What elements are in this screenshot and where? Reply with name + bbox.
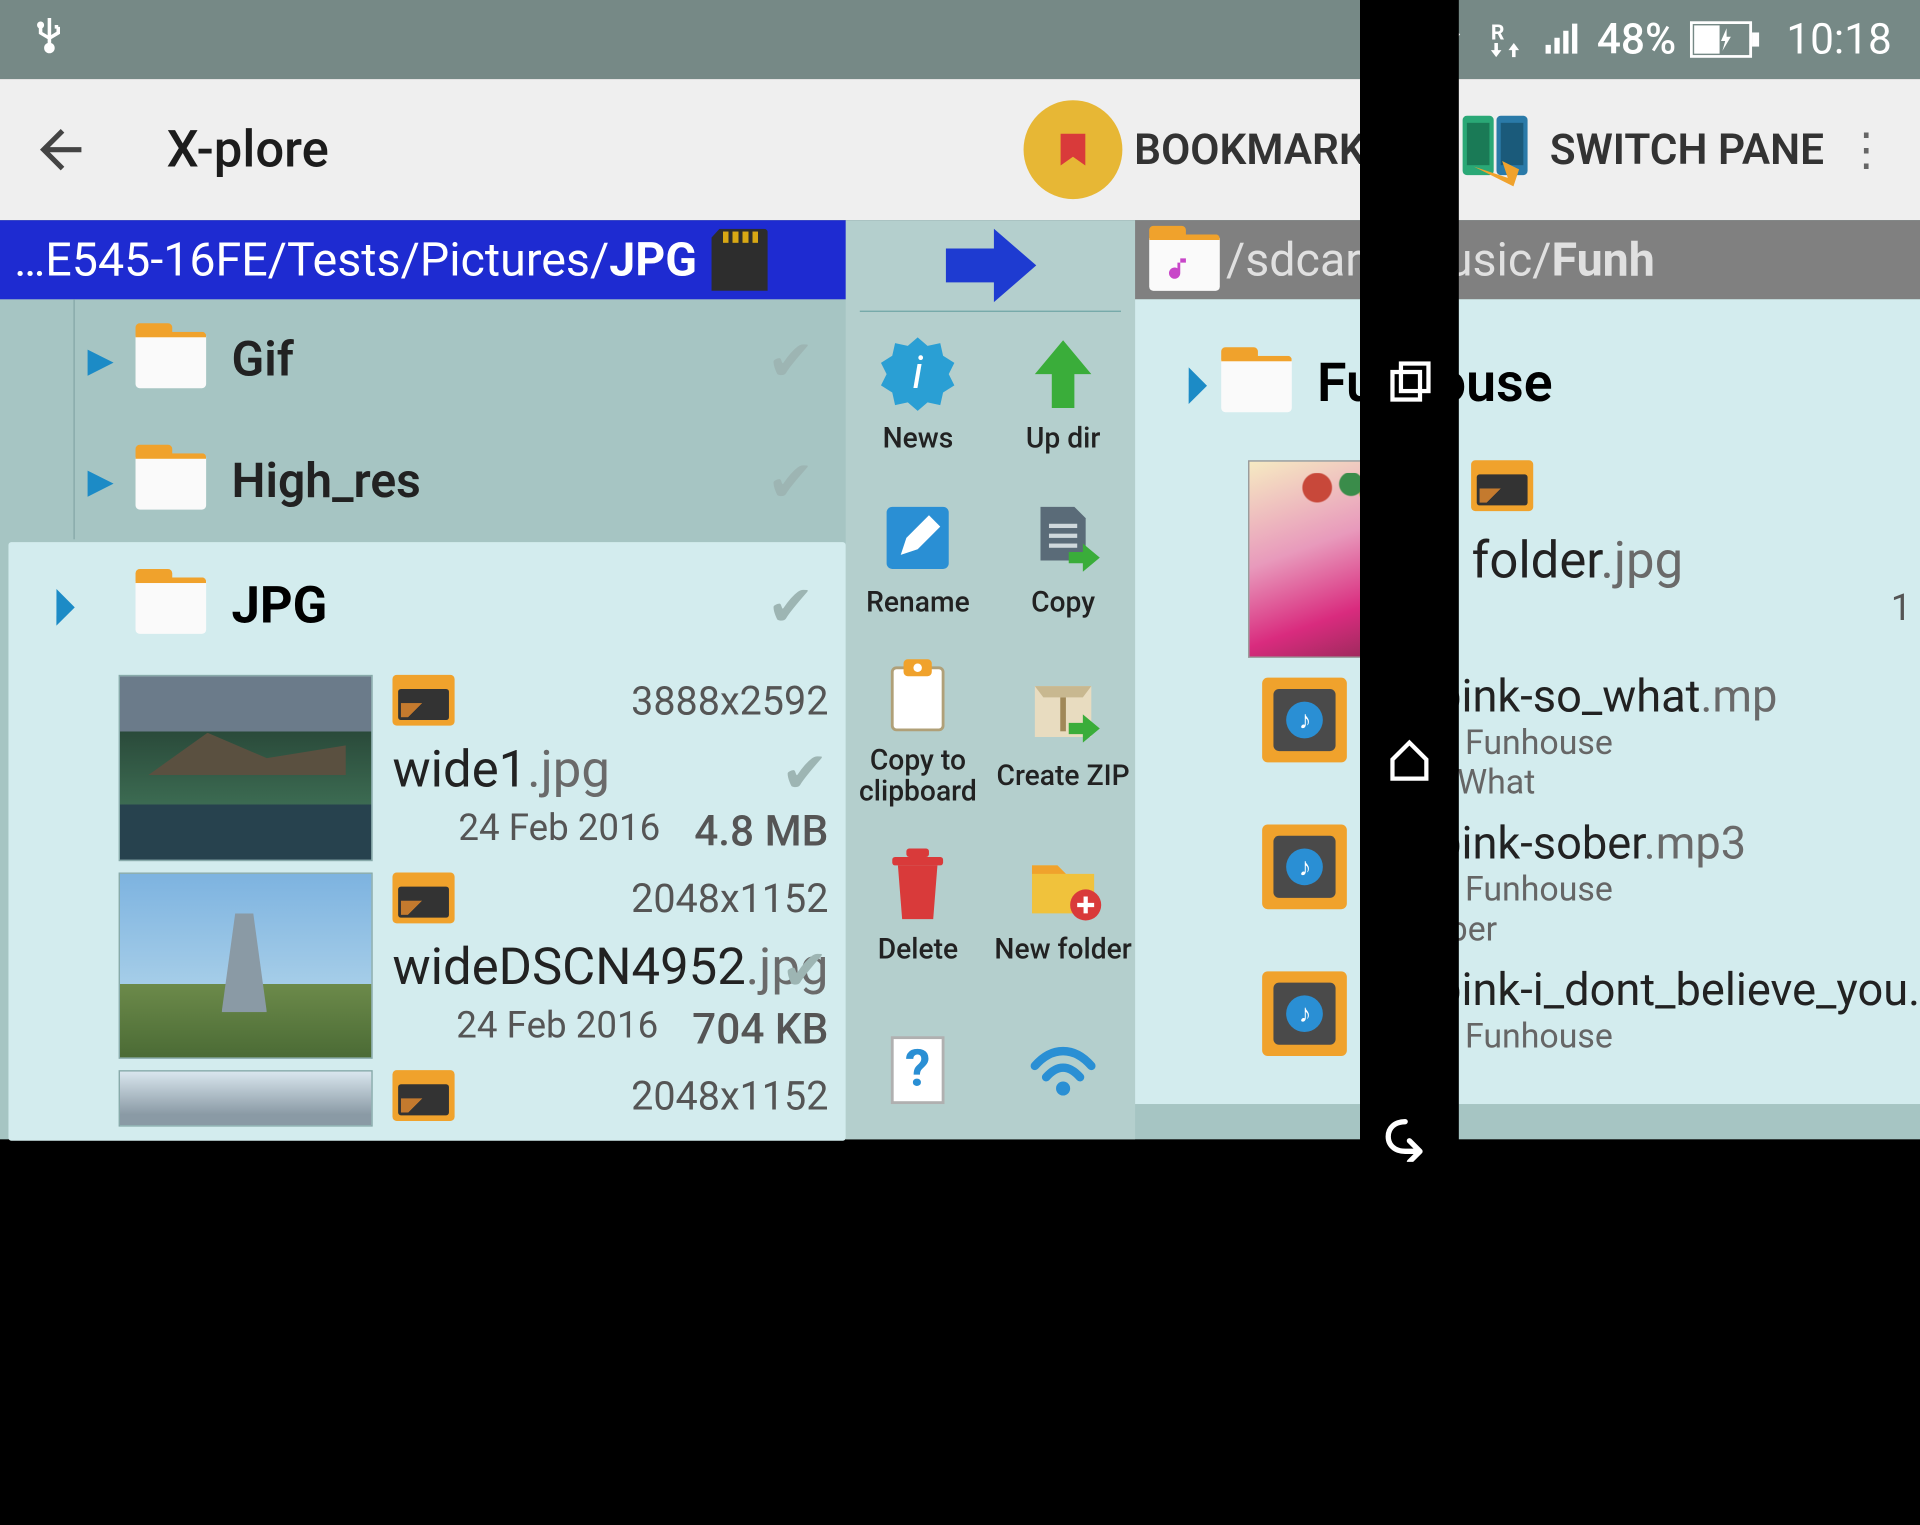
- image-type-icon: [1472, 460, 1534, 511]
- tool-panel: i News Up dir Rename Copy Copy to: [845, 220, 1135, 1139]
- file-size: 704 KB: [692, 1005, 828, 1054]
- svg-text:R: R: [1491, 21, 1505, 46]
- image-dimensions: 2048x1152: [631, 875, 828, 922]
- file-row-track[interactable]: ♪ 01-pink-so_what.mp P!nk - Funhouse 1. …: [1178, 664, 1920, 811]
- collapse-icon[interactable]: ◥: [35, 582, 81, 628]
- battery-percent: 48%: [1597, 15, 1676, 64]
- folder-row-highres[interactable]: ▶ High_res ✔: [0, 421, 845, 542]
- battery-charging-icon: [1690, 21, 1761, 58]
- expand-icon[interactable]: ▶: [88, 462, 114, 502]
- file-row-album-art[interactable]: folder.jpg: [1178, 455, 1920, 664]
- file-row[interactable]: 3888x2592 wide1.jpg 24 Feb 2016 4.8 MB ✔: [8, 669, 845, 867]
- music-file-icon: ♪: [1263, 971, 1348, 1056]
- file-name: wideDSCN4952.jpg: [392, 937, 828, 996]
- tool-create-zip[interactable]: Create ZIP: [991, 640, 1136, 824]
- folder-icon: [136, 332, 207, 388]
- check-toggle[interactable]: ✔: [767, 572, 814, 638]
- music-file-icon: ♪: [1263, 678, 1348, 763]
- file-row-track[interactable]: ♪ 03-pink-i_dont_believe_you. P!nk - Fun…: [1178, 957, 1920, 1104]
- path-bar-right[interactable]: /sdcard/Music/Funh: [1136, 220, 1920, 299]
- tool-copy[interactable]: Copy: [991, 476, 1136, 640]
- image-type-icon: [392, 872, 454, 923]
- image-dimensions: 3888x2592: [631, 678, 828, 725]
- file-size: 4.8 MB: [694, 808, 828, 857]
- file-date: 24 Feb 2016: [456, 1005, 658, 1054]
- thumbnail: [119, 1070, 373, 1126]
- image-type-icon: [392, 675, 454, 726]
- android-nav-bar: [1360, 0, 1459, 1525]
- direction-arrow-icon[interactable]: [934, 220, 1047, 310]
- expand-icon[interactable]: ▶: [88, 340, 114, 380]
- data-icon: R: [1484, 18, 1526, 60]
- folder-icon: [136, 453, 207, 509]
- folder-icon: [1221, 356, 1292, 412]
- music-folder-icon: [1164, 254, 1198, 288]
- file-date: 24 Feb 2016: [458, 808, 660, 857]
- app-title: X-plore: [167, 120, 329, 179]
- tool-news[interactable]: i News: [845, 312, 990, 476]
- path-bar-left[interactable]: …E545-16FE/Tests/Pictures/JPG: [0, 220, 845, 299]
- tool-delete[interactable]: Delete: [845, 823, 990, 987]
- signal-icon: [1540, 18, 1582, 60]
- file-row[interactable]: 2048x1152 wideDSCN4952.jpg 24 Feb 2016 70…: [8, 867, 845, 1065]
- svg-text:?: ?: [905, 1040, 930, 1099]
- back-button[interactable]: [25, 119, 96, 181]
- bookmark-icon: [1024, 100, 1123, 199]
- switch-pane-button[interactable]: SWITCH PANE: [1454, 107, 1824, 192]
- folder-row-funhouse[interactable]: ◥ Funhouse: [1178, 313, 1920, 454]
- check-toggle[interactable]: ✔: [781, 937, 828, 1003]
- trailing-text: 1: [1891, 587, 1912, 629]
- pane-left[interactable]: …E545-16FE/Tests/Pictures/JPG ▶ Gif ✔ ▶ …: [0, 220, 845, 1139]
- check-toggle[interactable]: ✔: [767, 327, 814, 393]
- tool-copy-clipboard[interactable]: Copy to clipboard: [845, 640, 990, 824]
- thumbnail: [119, 872, 373, 1058]
- clock: 10:18: [1786, 15, 1891, 64]
- file-name: wide1.jpg: [392, 740, 828, 799]
- recents-button[interactable]: [1384, 358, 1435, 414]
- folder-row-gif[interactable]: ▶ Gif ✔: [0, 299, 845, 420]
- tool-new-folder[interactable]: New folder: [991, 823, 1136, 987]
- usb-icon: [28, 8, 70, 59]
- svg-text:i: i: [913, 347, 924, 400]
- sdcard-icon: [711, 229, 767, 291]
- tool-help[interactable]: ?: [845, 987, 990, 1151]
- bookmarks-button[interactable]: BOOKMARKS: [1024, 100, 1392, 199]
- folder-row-jpg[interactable]: ◥ JPG ✔: [8, 542, 845, 669]
- image-type-icon: [392, 1070, 454, 1121]
- pane-right[interactable]: /sdcard/Music/Funh ◥ Funhouse folder.jpg…: [1136, 220, 1920, 1139]
- file-row-track[interactable]: ♪ 02-pink-sober.mp3 P!nk - Funhouse 2. S…: [1178, 810, 1920, 957]
- nav-back-button[interactable]: [1381, 1111, 1437, 1167]
- open-folder-group: ◥ JPG ✔ 3888x2592 wide1.jpg 24 Feb 2016 4…: [8, 542, 845, 1141]
- file-row[interactable]: 2048x1152: [8, 1064, 845, 1140]
- tool-rename[interactable]: Rename: [845, 476, 990, 640]
- tool-up-dir[interactable]: Up dir: [991, 312, 1136, 476]
- check-toggle[interactable]: ✔: [781, 740, 828, 806]
- switch-pane-icon: [1454, 107, 1539, 192]
- app-bar: X-plore BOOKMARKS SWITCH PANE ⋮: [0, 79, 1920, 220]
- collapse-icon[interactable]: ◥: [1168, 361, 1214, 407]
- thumbnail: [119, 675, 373, 861]
- tool-wifi[interactable]: [991, 987, 1136, 1151]
- home-button[interactable]: [1384, 734, 1435, 790]
- folder-icon: [136, 577, 207, 633]
- status-bar: R 48% 10:18: [0, 0, 1920, 79]
- file-name: folder.jpg: [1472, 531, 1683, 590]
- overflow-menu-button[interactable]: ⋮: [1838, 144, 1894, 155]
- music-file-icon: ♪: [1263, 824, 1348, 909]
- check-toggle[interactable]: ✔: [767, 448, 814, 514]
